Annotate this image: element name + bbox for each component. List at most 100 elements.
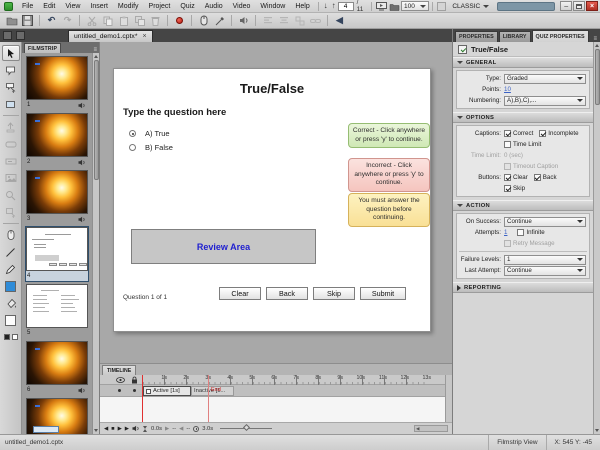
timeline-tab[interactable]: TIMELINE [102, 365, 136, 375]
checkbox-icon[interactable] [504, 130, 511, 137]
question-text[interactable]: Type the question here [123, 107, 226, 118]
tab-properties[interactable]: PROPERTIES [455, 31, 498, 42]
pencil-tool[interactable] [2, 261, 20, 277]
menu-audio[interactable]: Audio [200, 0, 228, 13]
stop-button[interactable]: ■ [111, 425, 114, 433]
incomplete-checkbox[interactable]: Incomplete [539, 130, 578, 137]
filmstrip-tab[interactable]: FILMSTRIP [24, 43, 61, 53]
mute-button[interactable] [132, 425, 140, 432]
image-tool[interactable] [2, 170, 20, 186]
menu-insert[interactable]: Insert [85, 0, 113, 13]
scroll-down-icon[interactable] [595, 429, 599, 432]
workspace-select[interactable]: CLASSIC [448, 3, 493, 10]
slide-thumbnail-5[interactable]: 5 [26, 284, 88, 338]
answer-option-false[interactable]: B) False [129, 143, 173, 152]
preview-icon[interactable] [375, 1, 388, 11]
button-tool[interactable] [2, 136, 20, 152]
slide-thumbnail-1[interactable]: 1 [26, 56, 88, 110]
scroll-left-icon[interactable]: ◀ [416, 426, 419, 432]
incomplete-caption[interactable]: You must answer the question before cont… [348, 193, 430, 227]
section-general[interactable]: GENERAL [453, 57, 593, 68]
document-tab[interactable]: untitled_demo1.cptx* × [68, 30, 153, 42]
scrollbar-thumb[interactable] [94, 60, 99, 180]
slide-thumbnail-4[interactable]: 4 [26, 227, 88, 281]
time-limit-checkbox[interactable]: Time Limit [504, 141, 541, 148]
scroll-down-icon[interactable] [94, 429, 98, 432]
group-icon[interactable] [292, 14, 307, 27]
link-icon[interactable] [308, 14, 323, 27]
review-area[interactable]: Review Area [131, 229, 316, 264]
on-success-select[interactable]: Continue [504, 217, 586, 227]
align-left-icon[interactable] [260, 14, 275, 27]
copy-icon[interactable] [100, 14, 115, 27]
menu-help[interactable]: Help [290, 0, 314, 13]
end-marker-line[interactable] [208, 375, 209, 422]
publish-icon[interactable] [388, 1, 401, 11]
clear-checkbox[interactable]: Clear [504, 174, 528, 181]
close-button[interactable]: × [586, 1, 598, 11]
rollover-image-tool[interactable] [2, 204, 20, 220]
menu-project[interactable]: Project [144, 0, 176, 13]
correct-caption[interactable]: Correct - Click anywhere or press 'y' to… [348, 123, 430, 148]
back-button[interactable]: Back [266, 287, 308, 300]
skip-checkbox[interactable]: Skip [504, 185, 525, 192]
menu-file[interactable]: File [17, 0, 38, 13]
open-icon[interactable] [4, 14, 19, 27]
duplicate-icon[interactable] [132, 14, 147, 27]
checkbox-icon[interactable] [534, 174, 541, 181]
dock-icon[interactable] [16, 31, 25, 40]
filmstrip-scrollbar[interactable] [92, 53, 99, 434]
slide-thumbnail-2[interactable]: 2 [26, 113, 88, 167]
active-state-block[interactable]: Active [1s] [143, 386, 191, 396]
timeline-track[interactable]: Active [1s] Inactive [1... End [100, 385, 445, 397]
zoom-area-tool[interactable] [2, 187, 20, 203]
slide-thumbnail-7[interactable]: 7 [26, 398, 88, 434]
clear-button[interactable]: Clear [219, 287, 261, 300]
section-action[interactable]: ACTION [453, 200, 593, 211]
playhead[interactable] [142, 375, 143, 422]
scrollbar-thumb[interactable] [595, 49, 600, 105]
scroll-up-icon[interactable] [94, 55, 98, 58]
scroll-up-icon[interactable] [595, 44, 599, 47]
visibility-dot-icon[interactable] [118, 389, 121, 392]
radio-false[interactable] [129, 144, 136, 151]
timeline-zoom-slider[interactable] [220, 428, 272, 429]
redo-icon[interactable]: ↷ [60, 14, 75, 27]
last-attempt-select[interactable]: Continue [504, 266, 586, 276]
lock-icon[interactable] [131, 376, 138, 384]
zoom-slider-thumb[interactable] [243, 424, 250, 431]
points-value[interactable]: 10 [504, 86, 511, 93]
menu-window[interactable]: Window [255, 0, 290, 13]
snap-grid-icon[interactable] [435, 1, 448, 11]
slide-thumbnail-6[interactable]: 6 [26, 341, 88, 395]
record-icon[interactable] [172, 14, 187, 27]
save-icon[interactable] [20, 14, 35, 27]
collapse-panel-icon[interactable]: ◀ [332, 14, 347, 27]
type-select[interactable]: Graded [504, 74, 586, 84]
previous-slide-icon[interactable]: ↓ [322, 1, 330, 11]
numbering-select[interactable]: A),B),C),... [504, 96, 586, 106]
infinite-checkbox[interactable]: Infinite [517, 229, 544, 236]
search-input[interactable] [497, 2, 555, 11]
tab-library[interactable]: LIBRARY [499, 31, 531, 42]
restore-button[interactable] [573, 1, 585, 11]
stroke-color-swatch[interactable] [2, 278, 20, 294]
timeline-ruler[interactable]: 1s 2s 3s 4s 5s 6s 7s 8s 9s 10s [142, 375, 428, 385]
tab-quiz-properties[interactable]: QUIZ PROPERTIES [532, 30, 589, 42]
color-pair-swatch[interactable] [2, 329, 20, 345]
highlight-box-tool[interactable] [2, 96, 20, 112]
section-options[interactable]: OPTIONS [453, 112, 593, 123]
minimize-button[interactable]: – [560, 1, 572, 11]
correct-checkbox[interactable]: Correct [504, 130, 533, 137]
line-tool[interactable] [2, 244, 20, 260]
checkbox-icon[interactable] [504, 185, 511, 192]
menu-video[interactable]: Video [228, 0, 256, 13]
slide-number-input[interactable] [338, 2, 354, 11]
mouse-icon[interactable] [196, 14, 211, 27]
timeline-empty-area[interactable] [100, 397, 445, 422]
quiz-slide[interactable]: True/False Type the question here A) Tru… [113, 68, 431, 332]
skip-button[interactable]: Skip [313, 287, 355, 300]
menu-view[interactable]: View [60, 0, 85, 13]
checkbox-icon[interactable] [504, 174, 511, 181]
attempts-value[interactable]: 1 [504, 229, 507, 236]
